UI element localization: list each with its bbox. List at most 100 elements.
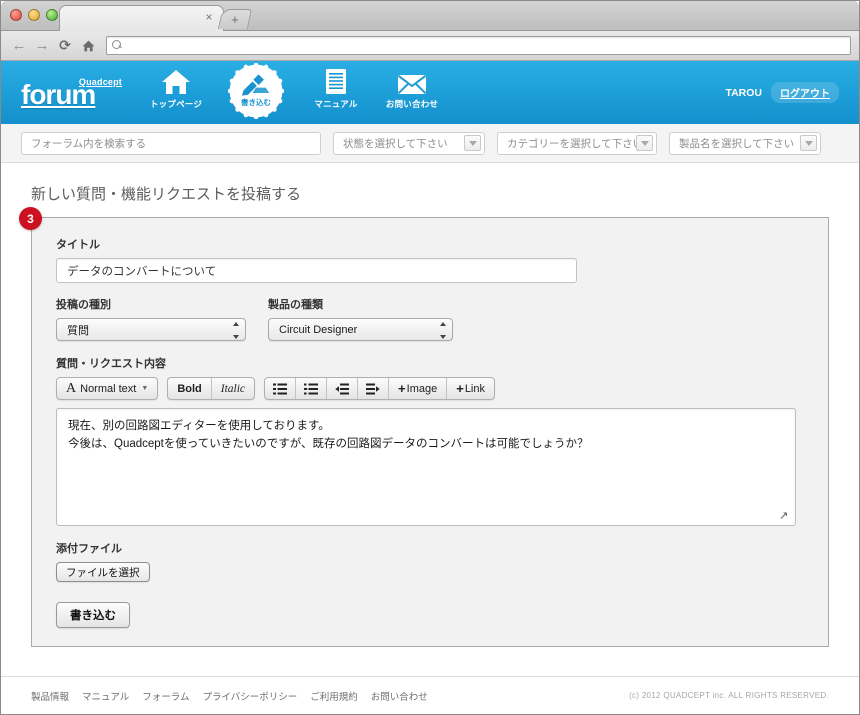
content-label: 質問・リクエスト内容 — [56, 358, 166, 370]
post-type-group: 投稿の種別 質問 — [56, 296, 246, 341]
nav-item-label: 書き込む — [241, 97, 271, 107]
footer-links: 製品情報 マニュアル フォーラム プライバシーポリシー ご利用規約 お問い合わせ — [31, 689, 428, 703]
title-input-value: データのコンバートについて — [67, 265, 217, 278]
product-select[interactable]: 製品名を選択して下さい — [669, 131, 821, 155]
bold-button[interactable]: Bold — [168, 378, 212, 399]
new-tab-button[interactable]: + — [217, 9, 253, 29]
site-footer: 製品情報 マニュアル フォーラム プライバシーポリシー ご利用規約 お問い合わせ… — [1, 676, 859, 714]
site-logo[interactable]: Quadcept forum — [21, 77, 126, 109]
logout-button[interactable]: ログアウト — [771, 82, 839, 103]
post-type-select[interactable]: 質問 — [56, 318, 246, 341]
category-select[interactable]: カテゴリーを選択して下さい — [497, 131, 657, 155]
footer-link-product-info[interactable]: 製品情報 — [31, 689, 69, 703]
close-tab-icon[interactable]: × — [203, 11, 215, 23]
insert-link-button[interactable]: + Link — [447, 378, 494, 399]
address-bar[interactable] — [106, 36, 851, 55]
footer-link-manual[interactable]: マニュアル — [82, 689, 129, 703]
document-icon — [308, 67, 364, 95]
page-content: Quadcept forum トップページ 書き込む マニュアル お問い合わせ … — [1, 61, 859, 714]
page-title: 新しい質問・機能リクエストを投稿する — [31, 186, 302, 203]
step-badge: 3 — [19, 207, 42, 230]
insert-image-button[interactable]: + Image — [389, 378, 448, 399]
product-select-label: 製品名を選択して下さい — [679, 137, 795, 150]
product-type-group: 製品の種類 Circuit Designer — [268, 296, 453, 341]
mail-icon — [384, 67, 440, 95]
title-input[interactable]: データのコンバートについて — [56, 258, 577, 283]
plus-icon: + — [456, 381, 464, 396]
close-window-button[interactable] — [10, 9, 22, 21]
browser-window: × + ← → ⟳ Quadcept forum トップページ 書き込む マニュ… — [0, 0, 860, 715]
stepper-icon — [437, 322, 448, 339]
nav-item-top-page[interactable]: トップページ — [148, 67, 204, 110]
italic-button[interactable]: Italic — [212, 378, 254, 399]
chevron-down-icon — [464, 135, 481, 151]
choose-file-button[interactable]: ファイルを選択 — [56, 562, 150, 582]
text-format-group: Bold Italic — [167, 377, 256, 400]
post-form-panel: タイトル データのコンバートについて 投稿の種別 質問 製品の種類 Circui… — [31, 217, 829, 647]
content-textarea[interactable]: 現在、別の回路図エディターを使用しております。 今後は、Quadceptを使って… — [56, 408, 796, 526]
category-select-label: カテゴリーを選択して下さい — [507, 137, 644, 150]
nav-item-write[interactable]: 書き込む — [228, 62, 284, 119]
product-type-select[interactable]: Circuit Designer — [268, 318, 453, 341]
nav-item-contact[interactable]: お問い合わせ — [384, 67, 440, 110]
search-icon — [112, 40, 123, 51]
write-badge-inner: 書き込む — [228, 63, 284, 119]
copyright-text: (c) 2012 QUADCEPT inc. ALL RIGHTS RESERV… — [629, 691, 829, 700]
text-style-dropdown[interactable]: A Normal text ▼ — [57, 378, 157, 399]
numbered-list-icon[interactable] — [296, 378, 328, 399]
site-header: Quadcept forum トップページ 書き込む マニュアル お問い合わせ … — [1, 61, 859, 124]
back-icon[interactable]: ← — [9, 36, 29, 56]
nav-item-label: トップページ — [149, 98, 203, 109]
content-line-1: 現在、別の回路図エディターを使用しております。 — [68, 420, 330, 432]
post-type-label: 投稿の種別 — [56, 299, 111, 311]
product-type-value: Circuit Designer — [279, 323, 358, 336]
footer-link-forum[interactable]: フォーラム — [142, 689, 189, 703]
reload-icon[interactable]: ⟳ — [55, 36, 75, 56]
footer-link-terms[interactable]: ご利用規約 — [310, 689, 358, 703]
submit-post-button[interactable]: 書き込む — [56, 602, 130, 628]
footer-link-privacy-policy[interactable]: プライバシーポリシー — [202, 689, 297, 703]
chevron-down-icon: ▼ — [141, 385, 149, 392]
forward-icon[interactable]: → — [32, 36, 52, 56]
bulleted-list-icon[interactable] — [265, 378, 297, 399]
nav-item-manual[interactable]: マニュアル — [308, 67, 364, 110]
plus-icon: + — [398, 381, 406, 396]
search-input[interactable]: フォーラム内を検索する — [21, 131, 321, 155]
nav-item-label: お問い合わせ — [385, 98, 439, 109]
maximize-window-button[interactable] — [46, 9, 58, 21]
window-controls — [10, 9, 58, 21]
product-type-label: 製品の種類 — [268, 299, 323, 311]
indent-icon[interactable] — [358, 378, 390, 399]
status-select[interactable]: 状態を選択して下さい — [333, 131, 485, 155]
title-label: タイトル — [56, 239, 100, 251]
insert-link-label: Link — [464, 382, 485, 395]
pen-icon — [241, 73, 270, 96]
home-icon — [148, 67, 204, 95]
search-placeholder: フォーラム内を検索する — [31, 137, 147, 150]
header-user-area: TAROU ログアウト — [725, 82, 839, 103]
minimize-window-button[interactable] — [28, 9, 40, 21]
stepper-icon — [230, 322, 241, 339]
new-tab-icon: + — [231, 12, 239, 27]
browser-tab-bar: × + — [1, 1, 859, 31]
post-type-value: 質問 — [67, 324, 89, 337]
footer-link-contact[interactable]: お問い合わせ — [371, 689, 428, 703]
chevron-down-icon — [800, 135, 817, 151]
insert-group: + Image + Link — [264, 377, 495, 400]
main-nav: トップページ 書き込む マニュアル お問い合わせ — [148, 62, 440, 119]
text-style-label: Normal text — [80, 382, 137, 395]
browser-toolbar: ← → ⟳ — [1, 31, 859, 61]
resize-handle-icon[interactable]: ↗ — [779, 510, 791, 522]
insert-image-label: Image — [406, 382, 438, 395]
type-row: 投稿の種別 質問 製品の種類 Circuit Designer — [56, 296, 804, 341]
browser-tab[interactable]: × — [59, 5, 224, 31]
user-name: TAROU — [725, 86, 762, 99]
font-size-icon: A — [66, 380, 77, 396]
chevron-down-icon — [636, 135, 653, 151]
outdent-icon[interactable] — [327, 378, 359, 399]
status-select-label: 状態を選択して下さい — [343, 137, 448, 150]
post-form-wrapper: 3 タイトル データのコンバートについて 投稿の種別 質問 製品の種類 Circ… — [19, 207, 829, 647]
text-style-group: A Normal text ▼ — [56, 377, 159, 400]
home-icon[interactable] — [78, 36, 98, 56]
attachment-label: 添付ファイル — [56, 543, 122, 555]
